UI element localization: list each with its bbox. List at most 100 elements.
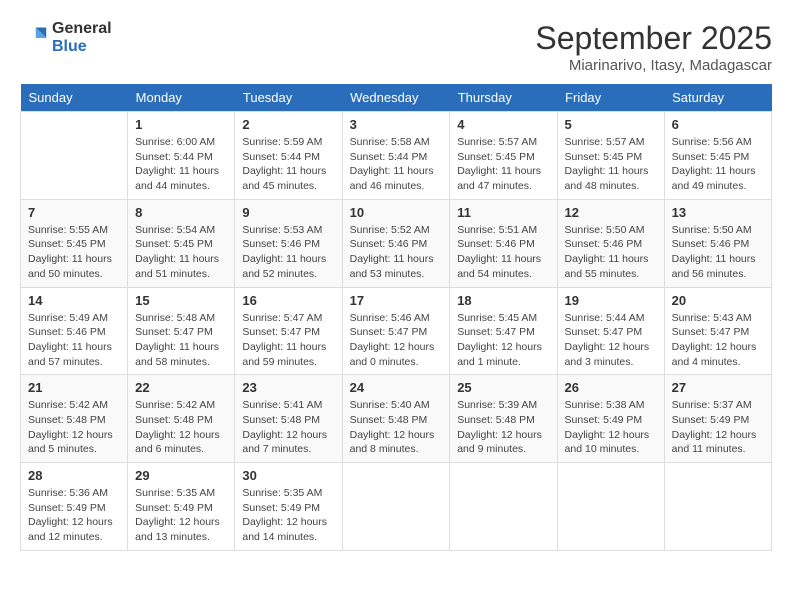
cell-info: Sunrise: 5:57 AMSunset: 5:45 PMDaylight:… [565,135,657,194]
day-number: 9 [242,205,334,220]
calendar-cell: 6 Sunrise: 5:56 AMSunset: 5:45 PMDaylight… [664,112,771,200]
calendar-cell: 4 Sunrise: 5:57 AMSunset: 5:45 PMDaylight… [450,112,557,200]
cell-info: Sunrise: 5:54 AMSunset: 5:45 PMDaylight:… [135,223,227,282]
cell-info: Sunrise: 5:38 AMSunset: 5:49 PMDaylight:… [565,398,657,457]
calendar-cell: 1 Sunrise: 6:00 AMSunset: 5:44 PMDaylight… [128,112,235,200]
cell-info: Sunrise: 5:59 AMSunset: 5:44 PMDaylight:… [242,135,334,194]
col-thursday: Thursday [450,84,557,112]
cell-info: Sunrise: 5:35 AMSunset: 5:49 PMDaylight:… [242,486,334,545]
calendar-table: Sunday Monday Tuesday Wednesday Thursday… [20,84,772,551]
day-number: 21 [28,380,120,395]
day-number: 8 [135,205,227,220]
calendar-cell: 10 Sunrise: 5:52 AMSunset: 5:46 PMDayligh… [342,199,450,287]
cell-info: Sunrise: 5:35 AMSunset: 5:49 PMDaylight:… [135,486,227,545]
col-saturday: Saturday [664,84,771,112]
calendar-cell: 13Sunrise: 5:50 AMSunset: 5:46 PMDayligh… [664,199,771,287]
page-header: General Blue September 2025 Miarinarivo,… [20,20,772,74]
day-number: 30 [242,468,334,483]
cell-info: Sunrise: 5:44 AMSunset: 5:47 PMDaylight:… [565,311,657,370]
calendar-cell: 2 Sunrise: 5:59 AMSunset: 5:44 PMDaylight… [235,112,342,200]
cell-info: Sunrise: 5:39 AMSunset: 5:48 PMDaylight:… [457,398,549,457]
calendar-week-4: 21 Sunrise: 5:42 AMSunset: 5:48 PMDayligh… [21,375,772,463]
day-number: 15 [135,293,227,308]
cell-info: Sunrise: 5:42 AMSunset: 5:48 PMDaylight:… [28,398,120,457]
cell-info: Sunrise: 5:58 AMSunset: 5:44 PMDaylight:… [350,135,443,194]
cell-info: Sunrise: 5:40 AMSunset: 5:48 PMDaylight:… [350,398,443,457]
calendar-cell: 16Sunrise: 5:47 AMSunset: 5:47 PMDayligh… [235,287,342,375]
calendar-cell: 15 Sunrise: 5:48 AMSunset: 5:47 PMDayligh… [128,287,235,375]
calendar-cell: 28 Sunrise: 5:36 AMSunset: 5:49 PMDayligh… [21,463,128,551]
calendar-cell [664,463,771,551]
cell-info: Sunrise: 5:49 AMSunset: 5:46 PMDaylight:… [28,311,120,370]
day-number: 6 [672,117,764,132]
day-number: 12 [565,205,657,220]
day-number: 20 [672,293,764,308]
month-title: September 2025 [535,20,772,57]
col-tuesday: Tuesday [235,84,342,112]
calendar-cell: 19 Sunrise: 5:44 AMSunset: 5:47 PMDayligh… [557,287,664,375]
day-number: 10 [350,205,443,220]
cell-info: Sunrise: 5:53 AMSunset: 5:46 PMDaylight:… [242,223,334,282]
col-sunday: Sunday [21,84,128,112]
logo-icon [20,24,48,52]
col-monday: Monday [128,84,235,112]
day-number: 4 [457,117,549,132]
day-number: 22 [135,380,227,395]
day-number: 11 [457,205,549,220]
calendar-cell [557,463,664,551]
calendar-cell: 9 Sunrise: 5:53 AMSunset: 5:46 PMDaylight… [235,199,342,287]
day-number: 27 [672,380,764,395]
day-number: 2 [242,117,334,132]
day-number: 14 [28,293,120,308]
calendar-cell: 27Sunrise: 5:37 AMSunset: 5:49 PMDayligh… [664,375,771,463]
logo-text: General Blue [52,20,112,56]
day-number: 23 [242,380,334,395]
cell-info: Sunrise: 5:51 AMSunset: 5:46 PMDaylight:… [457,223,549,282]
title-block: September 2025 Miarinarivo, Itasy, Madag… [535,20,772,74]
col-wednesday: Wednesday [342,84,450,112]
calendar-cell: 25Sunrise: 5:39 AMSunset: 5:48 PMDayligh… [450,375,557,463]
logo: General Blue [20,20,112,56]
cell-info: Sunrise: 5:46 AMSunset: 5:47 PMDaylight:… [350,311,443,370]
calendar-cell: 5Sunrise: 5:57 AMSunset: 5:45 PMDaylight… [557,112,664,200]
calendar-cell: 17 Sunrise: 5:46 AMSunset: 5:47 PMDayligh… [342,287,450,375]
cell-info: Sunrise: 5:52 AMSunset: 5:46 PMDaylight:… [350,223,443,282]
cell-info: Sunrise: 6:00 AMSunset: 5:44 PMDaylight:… [135,135,227,194]
location-subtitle: Miarinarivo, Itasy, Madagascar [535,57,772,74]
day-number: 24 [350,380,443,395]
cell-info: Sunrise: 5:57 AMSunset: 5:45 PMDaylight:… [457,135,549,194]
cell-info: Sunrise: 5:48 AMSunset: 5:47 PMDaylight:… [135,311,227,370]
header-row: Sunday Monday Tuesday Wednesday Thursday… [21,84,772,112]
cell-info: Sunrise: 5:41 AMSunset: 5:48 PMDaylight:… [242,398,334,457]
day-number: 3 [350,117,443,132]
cell-info: Sunrise: 5:45 AMSunset: 5:47 PMDaylight:… [457,311,549,370]
calendar-cell: 24 Sunrise: 5:40 AMSunset: 5:48 PMDayligh… [342,375,450,463]
cell-info: Sunrise: 5:56 AMSunset: 5:45 PMDaylight:… [672,135,764,194]
day-number: 17 [350,293,443,308]
calendar-week-3: 14 Sunrise: 5:49 AMSunset: 5:46 PMDayligh… [21,287,772,375]
calendar-cell: 23 Sunrise: 5:41 AMSunset: 5:48 PMDayligh… [235,375,342,463]
calendar-cell: 12 Sunrise: 5:50 AMSunset: 5:46 PMDayligh… [557,199,664,287]
cell-info: Sunrise: 5:42 AMSunset: 5:48 PMDaylight:… [135,398,227,457]
cell-info: Sunrise: 5:36 AMSunset: 5:49 PMDaylight:… [28,486,120,545]
day-number: 29 [135,468,227,483]
calendar-cell: 21 Sunrise: 5:42 AMSunset: 5:48 PMDayligh… [21,375,128,463]
calendar-cell [21,112,128,200]
calendar-week-2: 7 Sunrise: 5:55 AMSunset: 5:45 PMDaylight… [21,199,772,287]
day-number: 28 [28,468,120,483]
day-number: 7 [28,205,120,220]
day-number: 26 [565,380,657,395]
calendar-cell: 30 Sunrise: 5:35 AMSunset: 5:49 PMDayligh… [235,463,342,551]
calendar-cell [342,463,450,551]
calendar-cell: 20Sunrise: 5:43 AMSunset: 5:47 PMDayligh… [664,287,771,375]
calendar-cell: 3 Sunrise: 5:58 AMSunset: 5:44 PMDaylight… [342,112,450,200]
calendar-cell: 26 Sunrise: 5:38 AMSunset: 5:49 PMDayligh… [557,375,664,463]
calendar-cell: 11 Sunrise: 5:51 AMSunset: 5:46 PMDayligh… [450,199,557,287]
cell-info: Sunrise: 5:50 AMSunset: 5:46 PMDaylight:… [672,223,764,282]
col-friday: Friday [557,84,664,112]
cell-info: Sunrise: 5:50 AMSunset: 5:46 PMDaylight:… [565,223,657,282]
calendar-cell: 22 Sunrise: 5:42 AMSunset: 5:48 PMDayligh… [128,375,235,463]
cell-info: Sunrise: 5:55 AMSunset: 5:45 PMDaylight:… [28,223,120,282]
day-number: 1 [135,117,227,132]
day-number: 19 [565,293,657,308]
